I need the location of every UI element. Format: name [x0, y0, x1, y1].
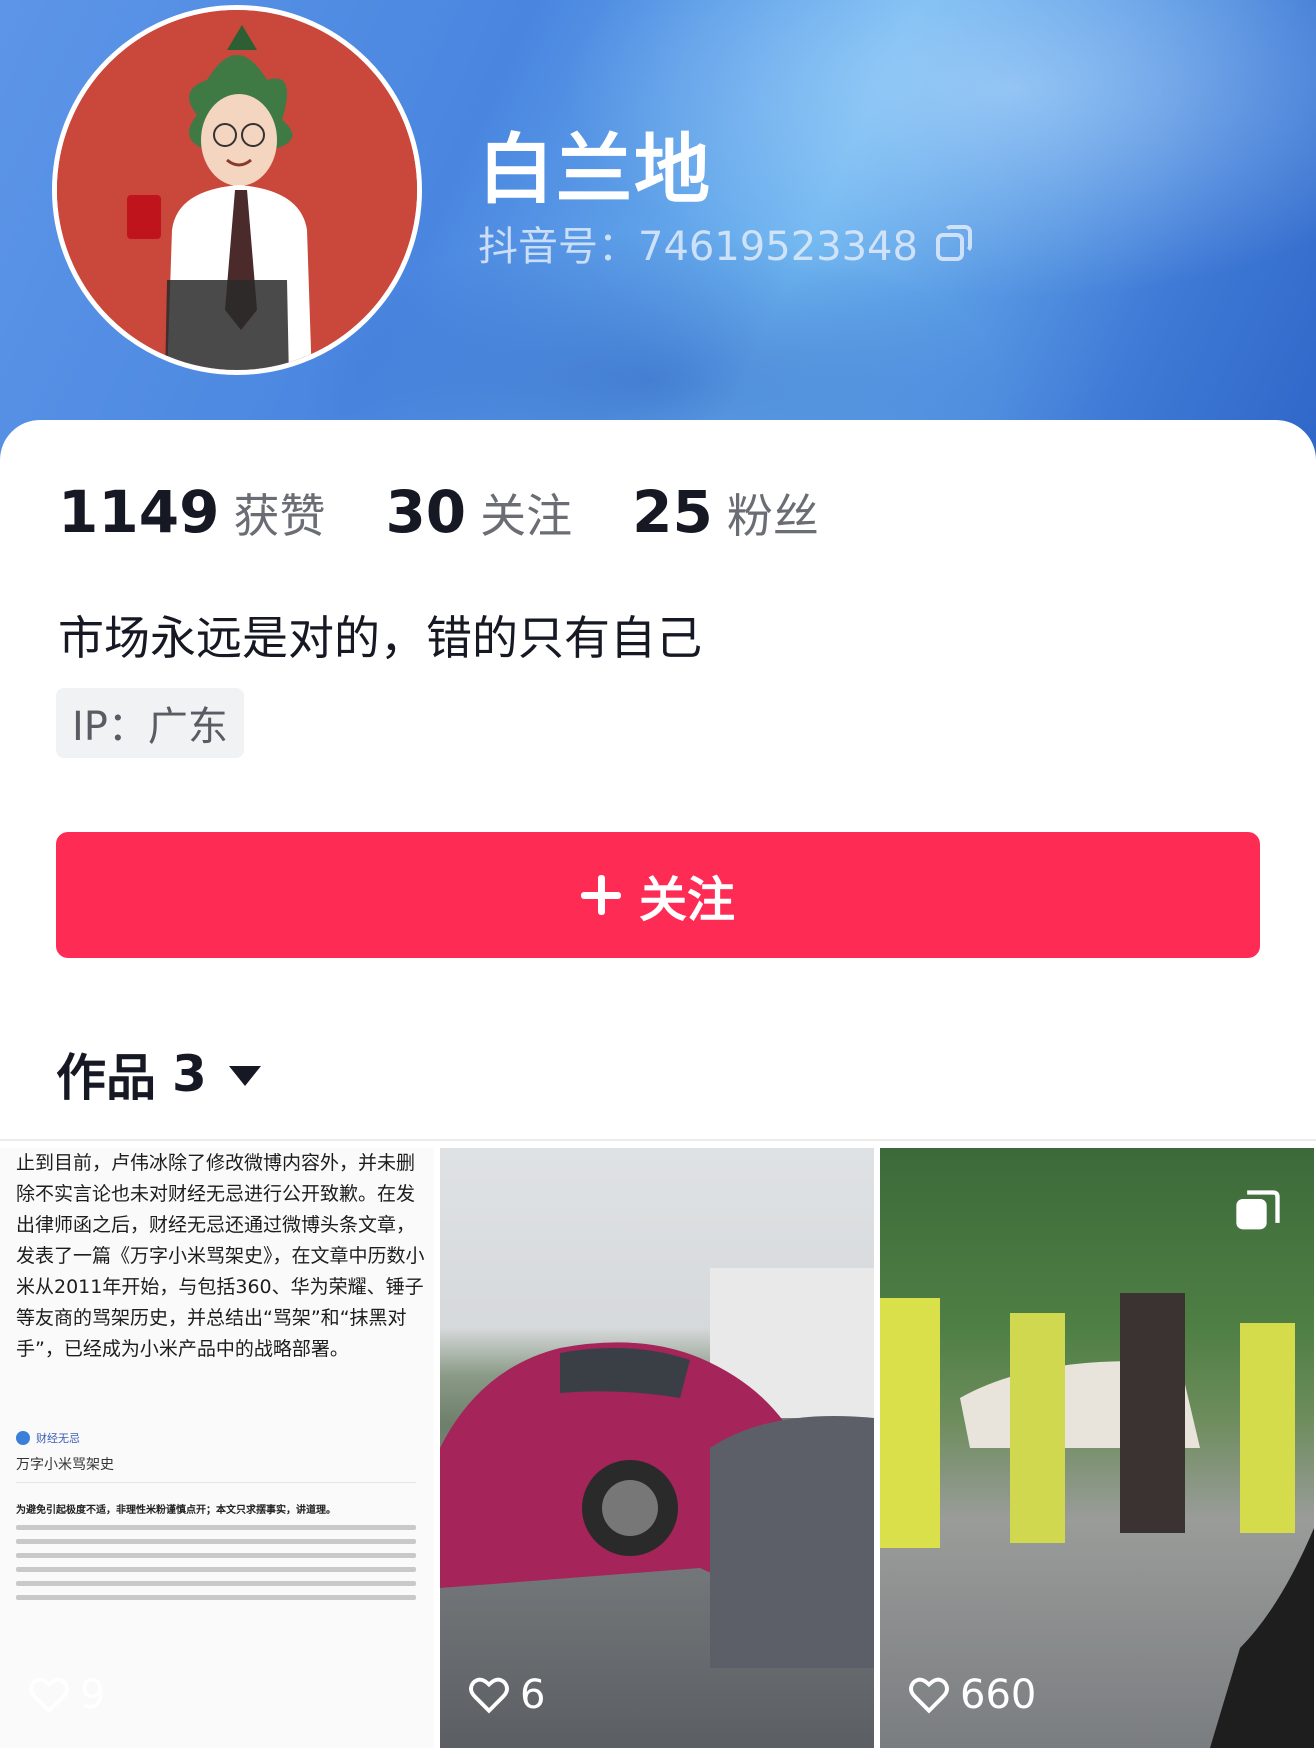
tile-like-count: 9: [80, 1672, 106, 1718]
stat-label: 粉丝: [726, 489, 819, 543]
heart-icon: [909, 1677, 949, 1714]
accident-scene-photo: [880, 1293, 1314, 1748]
profile-card: 1149 获赞 30 关注 25 粉丝 市场永远是对的，错的只有自己 IP：广东…: [0, 420, 1316, 1760]
stat-number: 25: [632, 478, 713, 546]
divider: [0, 1139, 1316, 1141]
works-label: 作品: [56, 1049, 156, 1107]
works-count: 3: [172, 1045, 207, 1103]
stat-likes[interactable]: 1149 获赞: [58, 478, 325, 546]
plus-icon: [580, 875, 621, 915]
doc-text-line: [16, 1539, 416, 1544]
tile-like-count: 6: [520, 1672, 546, 1718]
douyin-id-text: 抖音号：74619523348: [478, 224, 918, 270]
multi-image-icon: [1236, 1190, 1280, 1230]
video-tile[interactable]: 6: [440, 1148, 874, 1748]
source-logo-icon: [16, 1431, 30, 1445]
stat-label: 关注: [480, 489, 573, 543]
stat-following[interactable]: 30 关注: [385, 478, 572, 546]
stats-row: 1149 获赞 30 关注 25 粉丝: [58, 478, 879, 546]
tile-likes: 6: [468, 1672, 545, 1718]
works-tab[interactable]: 作品 3: [56, 1038, 261, 1110]
bio-text: 市场永远是对的，错的只有自己: [58, 611, 702, 665]
car-photo: [440, 1268, 874, 1668]
video-tile[interactable]: 止到目前，卢伟冰除了修改微博内容外，并未删除不实言论也未对财经无忌进行公开致歉。…: [0, 1148, 434, 1748]
stat-number: 30: [385, 478, 467, 546]
tile-likes: 660: [908, 1672, 1036, 1718]
doc-bold-line: 为避免引起极度不适，非理性米粉谨慎点开；本文只求摆事实，讲道理。: [16, 1505, 336, 1516]
ip-location-badge: IP：广东: [56, 688, 244, 758]
tile-like-count: 660: [960, 1672, 1037, 1718]
doc-text-line: [16, 1553, 416, 1558]
heart-icon: [469, 1677, 509, 1714]
article-screenshot: 财经无忌 万字小米骂架史 为避免引起极度不适，非理性米粉谨慎点开；本文只求摆事实…: [16, 1430, 416, 1600]
tile-likes: 9: [28, 1672, 105, 1718]
copy-icon[interactable]: [935, 225, 972, 261]
video-tile[interactable]: 660: [880, 1148, 1314, 1748]
follow-button[interactable]: 关注: [56, 832, 1260, 958]
doc-text-line: [16, 1595, 416, 1600]
stat-number: 1149: [58, 478, 220, 546]
douyin-id[interactable]: 抖音号：74619523348: [478, 214, 972, 272]
doc-source: 财经无忌: [36, 1432, 80, 1445]
article-text: 止到目前，卢伟冰除了修改微博内容外，并未删除不实言论也未对财经无忌进行公开致歉。…: [16, 1152, 425, 1360]
avatar-illustration: [57, 10, 417, 370]
stat-label: 获赞: [233, 489, 326, 543]
profile-header: 白兰地 抖音号：74619523348: [0, 0, 1316, 470]
doc-title: 万字小米骂架史: [16, 1454, 416, 1483]
avatar[interactable]: [52, 5, 422, 375]
caret-down-icon: [228, 1066, 261, 1086]
doc-text-line: [16, 1525, 416, 1530]
heart-icon: [29, 1677, 69, 1714]
profile-name: 白兰地: [478, 125, 712, 214]
doc-text-line: [16, 1581, 416, 1586]
doc-text-line: [16, 1567, 416, 1572]
stat-followers[interactable]: 25 粉丝: [632, 478, 819, 546]
works-grid: 止到目前，卢伟冰除了修改微博内容外，并未删除不实言论也未对财经无忌进行公开致歉。…: [0, 1148, 1316, 1748]
follow-button-label: 关注: [638, 872, 735, 928]
